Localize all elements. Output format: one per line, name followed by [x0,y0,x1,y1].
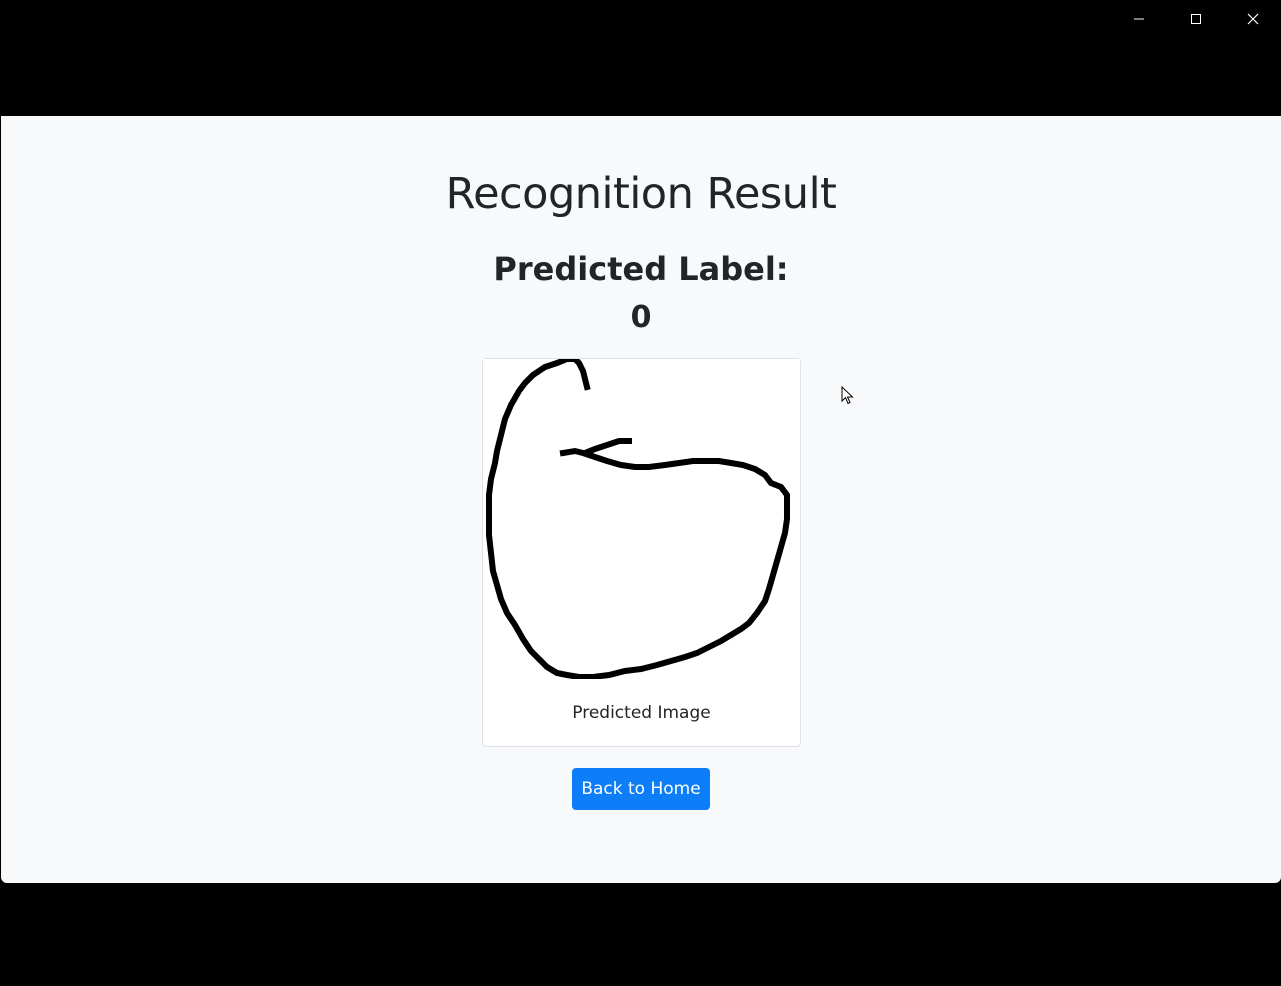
image-caption: Predicted Image [572,703,711,723]
window-controls [1110,0,1281,38]
app-window: Recognition Result Predicted Label: 0 Pr… [0,0,1281,986]
maximize-button[interactable] [1167,0,1224,38]
close-button[interactable] [1224,0,1281,38]
predicted-image [483,359,800,679]
predicted-label-heading: Predicted Label: [493,250,789,288]
minimize-button[interactable] [1110,0,1167,38]
minimize-icon [1133,13,1145,25]
page-content: Recognition Result Predicted Label: 0 Pr… [1,116,1281,883]
back-to-home-button[interactable]: Back to Home [572,768,710,810]
prediction-card: Predicted Image [482,358,801,747]
maximize-icon [1190,13,1202,25]
close-icon [1247,13,1259,25]
title-bar[interactable] [0,0,1281,116]
page-title: Recognition Result [445,169,837,219]
predicted-label-value: 0 [630,300,652,335]
